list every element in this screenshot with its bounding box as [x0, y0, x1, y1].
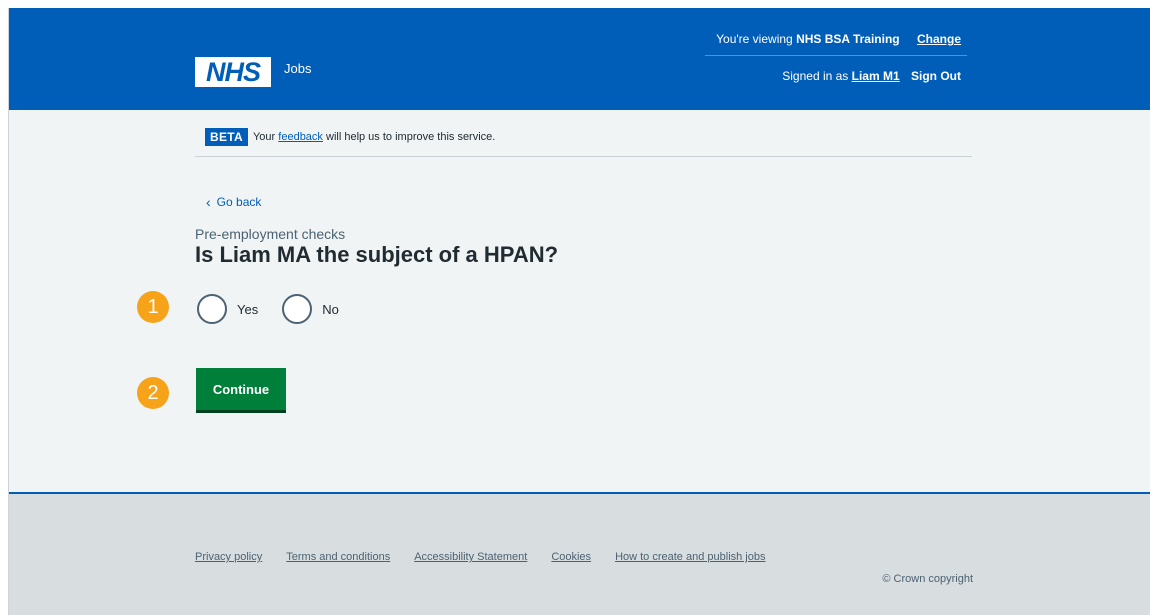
radio-group: Yes No: [197, 294, 363, 324]
continue-button[interactable]: Continue: [196, 368, 286, 410]
copyright: © Crown copyright: [882, 573, 973, 585]
step-marker-1: 1: [137, 291, 169, 323]
page-title: Is Liam MA the subject of a HPAN?: [195, 242, 559, 267]
site-footer: Privacy policy Terms and conditions Acce…: [9, 492, 1150, 615]
account-info: Signed in as Liam M1 Sign Out: [782, 69, 961, 83]
page-frame: NHS Jobs You're viewing NHS BSA Training…: [8, 8, 1150, 615]
radio-no-input[interactable]: [282, 294, 313, 324]
back-link-label: Go back: [216, 195, 262, 209]
radio-no[interactable]: No: [282, 294, 339, 324]
feedback-link[interactable]: feedback: [278, 131, 323, 143]
back-link[interactable]: ‹ Go back: [206, 195, 261, 209]
footer-link-how-to-publish[interactable]: How to create and publish jobs: [615, 551, 765, 563]
change-organisation-link[interactable]: Change: [917, 32, 961, 46]
radio-yes[interactable]: Yes: [197, 294, 258, 324]
organisation-info: You're viewing NHS BSA Training Change: [716, 32, 961, 46]
footer-link-cookies[interactable]: Cookies: [551, 551, 591, 563]
nhs-logo[interactable]: NHS: [195, 57, 271, 87]
footer-link-accessibility[interactable]: Accessibility Statement: [414, 551, 527, 563]
radio-no-label[interactable]: No: [322, 302, 339, 317]
step-marker-2: 2: [137, 377, 169, 409]
signed-in-prefix: Signed in as: [782, 69, 849, 83]
sign-out-link[interactable]: Sign Out: [911, 69, 961, 83]
user-name-link[interactable]: Liam M1: [852, 69, 900, 83]
beta-text-after: will help us to improve this service.: [326, 131, 496, 143]
header-divider: [705, 55, 967, 56]
chevron-left-icon: ‹: [206, 194, 211, 210]
footer-link-terms[interactable]: Terms and conditions: [286, 551, 390, 563]
section-caption: Pre-employment checks: [195, 226, 346, 242]
viewing-prefix: You're viewing: [716, 32, 793, 46]
beta-divider: [195, 156, 972, 157]
footer-link-privacy[interactable]: Privacy policy: [195, 551, 262, 563]
beta-tag: BETA: [205, 128, 248, 146]
service-name[interactable]: Jobs: [284, 61, 311, 76]
radio-yes-label[interactable]: Yes: [237, 302, 258, 317]
footer-links: Privacy policy Terms and conditions Acce…: [195, 551, 790, 563]
beta-banner: BETA Your feedback will help us to impro…: [205, 128, 495, 146]
organisation-name: NHS BSA Training: [796, 32, 900, 46]
site-header: NHS Jobs You're viewing NHS BSA Training…: [9, 8, 1150, 110]
beta-text-before: Your: [252, 131, 276, 143]
radio-yes-input[interactable]: [197, 294, 227, 324]
